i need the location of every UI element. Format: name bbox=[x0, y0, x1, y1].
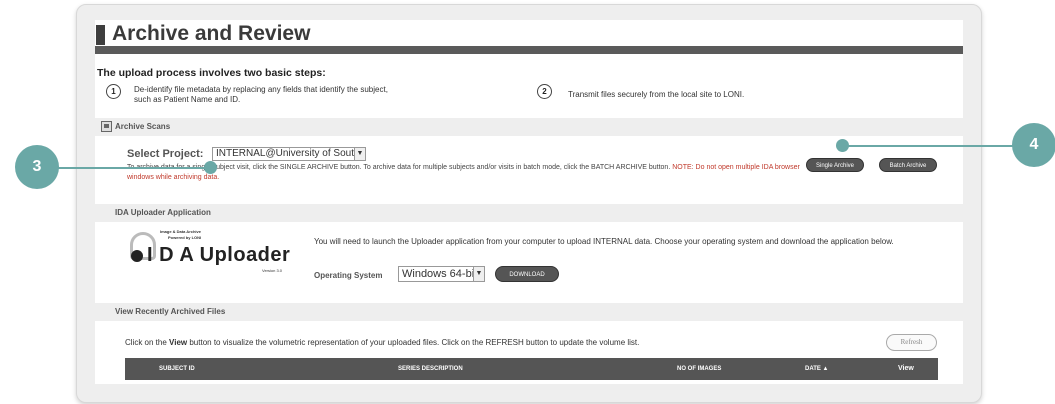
callout-3-badge: 3 bbox=[15, 145, 59, 189]
recent-desc-pre: Click on the bbox=[125, 338, 170, 347]
callout-3-dot bbox=[204, 161, 217, 174]
title-marker bbox=[96, 25, 105, 45]
single-archive-button[interactable]: Single Archive bbox=[806, 158, 864, 172]
archive-scans-title: Archive Scans bbox=[115, 122, 171, 131]
recent-desc-view: View bbox=[169, 338, 188, 347]
chevron-down-icon: ▼ bbox=[354, 148, 365, 160]
uploader-logo-powered: Powered by LONI bbox=[168, 235, 202, 240]
column-subject-id[interactable]: SUBJECT ID bbox=[159, 358, 195, 380]
uploader-header: IDA Uploader Application bbox=[95, 204, 963, 222]
chevron-down-icon: ▼ bbox=[473, 267, 484, 281]
step-1-text: De-identify file metadata by replacing a… bbox=[134, 85, 388, 104]
project-select[interactable]: INTERNAL@University of South ▼ bbox=[212, 147, 366, 161]
archive-scans-header: Archive Scans bbox=[95, 118, 963, 136]
callout-3-leader bbox=[44, 167, 210, 169]
step-2-number: 2 bbox=[537, 84, 552, 99]
step-2-text: Transmit files securely from the local s… bbox=[568, 90, 745, 99]
recent-description: Click on the View button to visualize th… bbox=[125, 338, 639, 347]
os-label: Operating System bbox=[314, 271, 383, 280]
callout-4-badge: 4 bbox=[1012, 123, 1055, 167]
page-header: Archive and Review bbox=[95, 20, 963, 58]
recent-desc-post: button to visualize the volumetric repre… bbox=[187, 338, 640, 347]
column-view[interactable]: View bbox=[898, 358, 914, 380]
os-select[interactable]: Windows 64-bit ▼ bbox=[398, 266, 485, 282]
download-button[interactable]: DOWNLOAD bbox=[495, 266, 559, 282]
column-date[interactable]: DATE ▲ bbox=[805, 358, 829, 380]
batch-archive-button[interactable]: Batch Archive bbox=[879, 158, 937, 172]
uploader-version: Version 3.0 bbox=[262, 268, 283, 273]
project-select-value: INTERNAL@University of South bbox=[216, 148, 360, 159]
recent-title: View Recently Archived Files bbox=[115, 307, 226, 316]
archive-icon bbox=[101, 121, 112, 132]
intro-text: The upload process involves two basic st… bbox=[97, 67, 326, 79]
refresh-button[interactable]: Refresh bbox=[886, 334, 937, 351]
screenshot-stage: Archive and Review The upload process in… bbox=[0, 0, 1055, 404]
uploader-logo-dot bbox=[131, 250, 143, 262]
page-title: Archive and Review bbox=[112, 22, 311, 45]
title-rule bbox=[95, 46, 963, 54]
os-select-value: Windows 64-bit bbox=[402, 268, 478, 280]
callout-4-leader bbox=[842, 145, 1022, 147]
uploader-description: You will need to launch the Uploader app… bbox=[314, 237, 894, 246]
uploader-title: IDA Uploader Application bbox=[115, 208, 211, 217]
archived-files-table-header: SUBJECT ID SERIES DESCRIPTION NO OF IMAG… bbox=[125, 358, 938, 380]
uploader-logo-caption: Image & Data Archive bbox=[160, 229, 201, 234]
archive-note: To archive data for a single subject vis… bbox=[127, 163, 807, 183]
column-no-of-images[interactable]: NO OF IMAGES bbox=[677, 358, 721, 380]
callout-4-dot bbox=[836, 139, 849, 152]
select-project-label: Select Project: bbox=[127, 148, 204, 160]
column-series-description[interactable]: SERIES DESCRIPTION bbox=[398, 358, 463, 380]
recent-header: View Recently Archived Files bbox=[95, 303, 963, 321]
step-1-number: 1 bbox=[106, 84, 121, 99]
uploader-logo: I D A Uploader bbox=[147, 244, 291, 266]
